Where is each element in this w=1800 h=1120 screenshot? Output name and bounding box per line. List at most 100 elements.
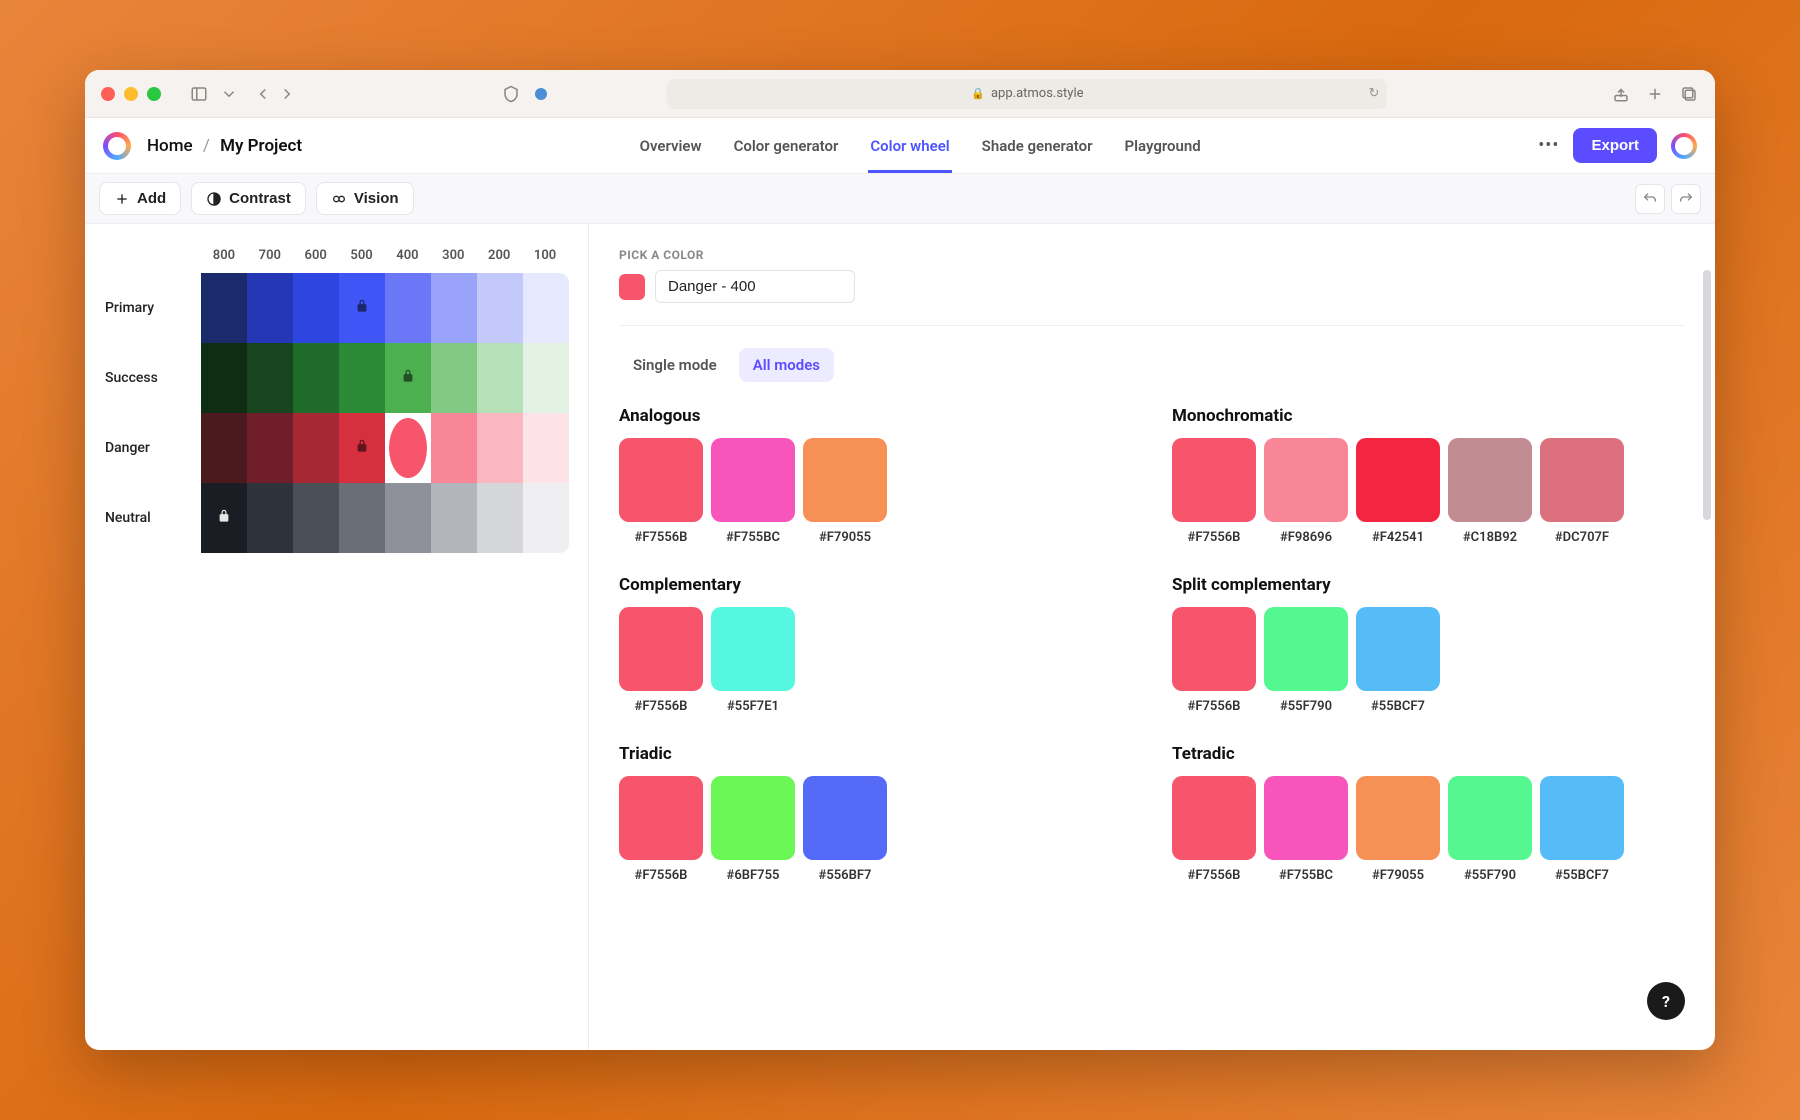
- hex-label: #55BCF7: [1555, 868, 1609, 883]
- color-swatch[interactable]: [619, 438, 703, 522]
- add-button[interactable]: Add: [99, 182, 181, 215]
- maximize-window-button[interactable]: [147, 87, 161, 101]
- shade-cell[interactable]: [523, 483, 569, 553]
- shade-cell[interactable]: [431, 343, 477, 413]
- shade-cell[interactable]: [247, 273, 293, 343]
- palette-row-label: Success: [105, 370, 201, 386]
- shade-cell[interactable]: [201, 483, 247, 553]
- color-swatch[interactable]: [1356, 438, 1440, 522]
- mode-single[interactable]: Single mode: [619, 348, 731, 382]
- tab-overview[interactable]: Overview: [638, 119, 704, 173]
- picker-swatch[interactable]: [619, 274, 645, 300]
- shade-cell[interactable]: [247, 413, 293, 483]
- color-swatch[interactable]: [803, 438, 887, 522]
- app-logo[interactable]: [103, 132, 131, 160]
- shade-cell[interactable]: [431, 413, 477, 483]
- chevron-down-icon[interactable]: [219, 84, 239, 104]
- shade-cell[interactable]: [385, 413, 431, 483]
- tab-color-wheel[interactable]: Color wheel: [868, 119, 951, 173]
- shade-cell[interactable]: [385, 343, 431, 413]
- tab-shade-generator[interactable]: Shade generator: [980, 119, 1095, 173]
- palette-sidebar: 800700600500400300200100 PrimarySuccessD…: [85, 224, 589, 1050]
- contrast-button[interactable]: Contrast: [191, 182, 306, 215]
- color-swatch[interactable]: [1448, 438, 1532, 522]
- back-button[interactable]: [253, 84, 273, 104]
- shade-cell[interactable]: [477, 483, 523, 553]
- shade-cell[interactable]: [293, 273, 339, 343]
- shade-cell[interactable]: [201, 273, 247, 343]
- help-button[interactable]: ?: [1647, 982, 1685, 1020]
- new-tab-icon[interactable]: [1645, 84, 1665, 104]
- color-swatch[interactable]: [1264, 776, 1348, 860]
- mode-all[interactable]: All modes: [739, 348, 834, 382]
- shade-level-label: 200: [476, 248, 522, 263]
- shade-cell[interactable]: [247, 483, 293, 553]
- color-swatch[interactable]: [1172, 776, 1256, 860]
- color-swatch[interactable]: [1172, 607, 1256, 691]
- palette-row-label: Danger: [105, 440, 201, 456]
- scrollbar[interactable]: [1703, 270, 1711, 520]
- url-bar[interactable]: 🔒 app.atmos.style ↻: [667, 79, 1387, 109]
- shade-cell[interactable]: [523, 413, 569, 483]
- shade-cell[interactable]: [385, 273, 431, 343]
- shade-cell[interactable]: [431, 273, 477, 343]
- shade-cell[interactable]: [385, 483, 431, 553]
- refresh-icon[interactable]: ↻: [1368, 86, 1379, 101]
- color-swatch[interactable]: [711, 776, 795, 860]
- palette-row: Danger: [105, 413, 569, 483]
- shade-cell[interactable]: [523, 343, 569, 413]
- breadcrumb-home[interactable]: Home: [147, 136, 193, 156]
- picker-input[interactable]: [655, 270, 855, 303]
- color-swatch[interactable]: [711, 607, 795, 691]
- shade-cell[interactable]: [339, 413, 385, 483]
- share-icon[interactable]: [1611, 84, 1631, 104]
- undo-button[interactable]: [1635, 184, 1665, 214]
- hex-label: #55F790: [1464, 868, 1516, 883]
- breadcrumb-project[interactable]: My Project: [220, 136, 302, 156]
- sidebar-toggle-icon[interactable]: [189, 84, 209, 104]
- color-swatch[interactable]: [711, 438, 795, 522]
- color-swatch[interactable]: [1540, 776, 1624, 860]
- shade-cell[interactable]: [523, 273, 569, 343]
- shade-cell[interactable]: [477, 273, 523, 343]
- color-swatch[interactable]: [1540, 438, 1624, 522]
- vision-button[interactable]: Vision: [316, 182, 414, 215]
- forward-button[interactable]: [277, 84, 297, 104]
- shade-cell[interactable]: [431, 483, 477, 553]
- shade-cell[interactable]: [293, 413, 339, 483]
- color-swatch[interactable]: [803, 776, 887, 860]
- shade-cell[interactable]: [477, 413, 523, 483]
- hex-label: #55F7E1: [727, 699, 779, 714]
- shade-cell[interactable]: [293, 483, 339, 553]
- export-button[interactable]: Export: [1573, 128, 1657, 163]
- color-swatch[interactable]: [1448, 776, 1532, 860]
- shade-cell[interactable]: [339, 483, 385, 553]
- shield-icon[interactable]: [501, 84, 521, 104]
- shade-cell[interactable]: [339, 343, 385, 413]
- color-swatch[interactable]: [1264, 438, 1348, 522]
- color-swatch[interactable]: [619, 776, 703, 860]
- color-swatch[interactable]: [1264, 607, 1348, 691]
- minimize-window-button[interactable]: [124, 87, 138, 101]
- shade-cell[interactable]: [339, 273, 385, 343]
- shade-cell[interactable]: [247, 343, 293, 413]
- color-swatch[interactable]: [1356, 776, 1440, 860]
- color-swatch[interactable]: [1172, 438, 1256, 522]
- shade-cell[interactable]: [293, 343, 339, 413]
- avatar[interactable]: [1671, 133, 1697, 159]
- scheme-triadic: Triadic#F7556B#6BF755#556BF7: [619, 744, 1132, 883]
- tab-playground[interactable]: Playground: [1123, 119, 1203, 173]
- color-swatch[interactable]: [619, 607, 703, 691]
- shade-cell[interactable]: [201, 343, 247, 413]
- tabs-icon[interactable]: [1679, 84, 1699, 104]
- color-swatch[interactable]: [1356, 607, 1440, 691]
- more-menu-icon[interactable]: •••: [1538, 135, 1559, 156]
- redo-button[interactable]: [1671, 184, 1701, 214]
- tab-color-generator[interactable]: Color generator: [732, 119, 841, 173]
- close-window-button[interactable]: [101, 87, 115, 101]
- shade-cell[interactable]: [477, 343, 523, 413]
- breadcrumb: Home / My Project: [147, 136, 302, 156]
- shade-cell[interactable]: [201, 413, 247, 483]
- swatch-row: #F7556B#F755BC#F79055: [619, 438, 1132, 545]
- extension-icon[interactable]: [531, 84, 551, 104]
